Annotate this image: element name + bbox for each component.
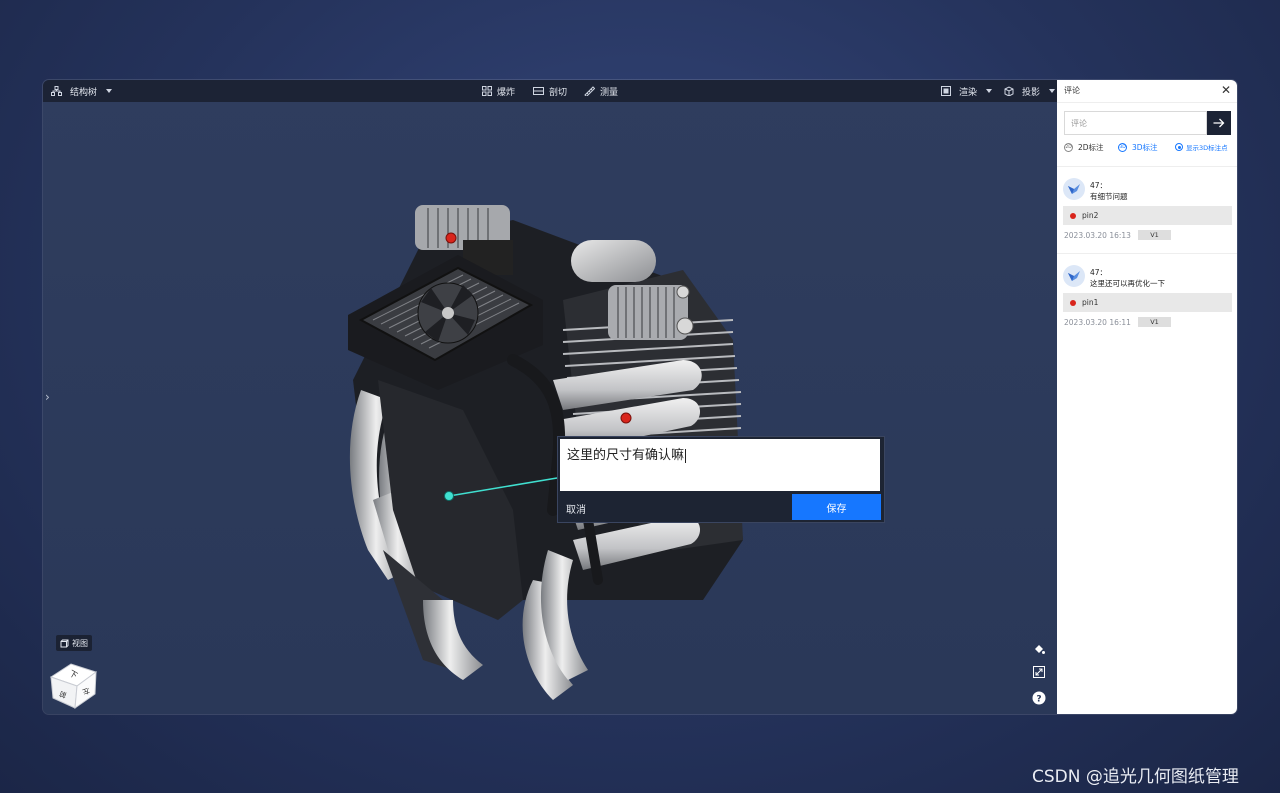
panel-title: 评论 <box>1064 86 1080 95</box>
chevron-down-icon <box>106 89 113 93</box>
section-label: 剖切 <box>549 87 568 98</box>
projection-label: 投影 <box>1022 87 1041 98</box>
pin-dot-icon <box>1070 212 1076 219</box>
paint-bucket-icon[interactable] <box>1031 641 1047 657</box>
measure-label: 测量 <box>600 87 619 98</box>
version-badge: V1 <box>1138 317 1171 327</box>
annotation-comment-text: 这里的尺寸有确认嘛 <box>567 448 685 463</box>
comment-time: 2023.03.20 16:13 <box>1064 231 1131 240</box>
fullscreen-icon[interactable] <box>1031 664 1047 680</box>
chevron-down-icon <box>1049 89 1056 93</box>
pin-reference[interactable]: pin2 <box>1063 206 1232 225</box>
structure-tree-icon <box>51 86 62 96</box>
divider <box>1057 102 1237 103</box>
comment-time: 2023.03.20 16:11 <box>1064 318 1131 327</box>
section-icon <box>533 87 544 95</box>
pin-dot-icon <box>1070 299 1076 306</box>
save-button[interactable]: 保存 <box>792 494 881 520</box>
3d-viewer[interactable]: 结构树 爆炸 剖切 测量 渲染 投影 › 这里的尺寸有确认嘛 取消 保存 视图 … <box>43 80 1057 714</box>
annotation-comment-input[interactable]: 这里的尺寸有确认嘛 <box>560 439 880 491</box>
bird-logo-icon <box>1068 271 1080 281</box>
svg-text:?: ? <box>1036 695 1041 705</box>
ruler-icon <box>584 86 595 96</box>
option-2d-label: 2D标注 <box>1078 143 1104 152</box>
pin-label: pin1 <box>1082 298 1099 307</box>
comment-user: 47： <box>1090 268 1108 277</box>
explode-label: 爆炸 <box>497 87 516 98</box>
comment-input[interactable] <box>1064 111 1207 135</box>
comment-user: 47： <box>1090 181 1108 190</box>
view-button[interactable]: 视图 <box>56 635 92 651</box>
text-cursor <box>685 448 687 463</box>
annotation-anchor[interactable] <box>444 491 454 501</box>
projection-button[interactable]: 投影 <box>1004 80 1056 102</box>
render-button[interactable]: 渲染 <box>941 80 993 102</box>
arrow-right-icon <box>1213 118 1225 128</box>
watermark: CSDN @追光几何图纸管理 <box>1032 767 1239 787</box>
view-label: 视图 <box>72 638 88 648</box>
chevron-down-icon <box>986 89 993 93</box>
pin-marker[interactable] <box>620 412 632 424</box>
divider <box>1057 166 1237 167</box>
engine-model[interactable] <box>43 102 1057 714</box>
option-3d-label: 3D标注 <box>1132 143 1158 152</box>
send-button[interactable] <box>1207 111 1231 135</box>
annotation-comment-popup: 这里的尺寸有确认嘛 取消 保存 <box>557 436 885 523</box>
projection-icon <box>1004 86 1014 96</box>
3d-icon: 3D <box>1118 143 1127 152</box>
viewer-toolbar: 结构树 爆炸 剖切 测量 渲染 投影 <box>43 80 1057 102</box>
comment-panel: 评论 ✕ 2D 2D标注 3D 3D标注 显示3D标注点 <box>1057 80 1237 714</box>
view-cube[interactable]: 下 前 左 <box>49 658 99 710</box>
2d-icon: 2D <box>1064 143 1073 152</box>
version-badge: V1 <box>1138 230 1171 240</box>
render-label: 渲染 <box>959 87 978 98</box>
option-2d-annotation[interactable]: 2D 2D标注 <box>1064 142 1104 153</box>
section-button[interactable]: 剖切 <box>533 80 567 102</box>
structure-tree-label: 结构树 <box>70 87 98 98</box>
explode-icon <box>482 86 492 96</box>
structure-tree-button[interactable]: 结构树 <box>51 80 113 102</box>
close-icon[interactable]: ✕ <box>1221 84 1231 96</box>
help-icon[interactable]: ? <box>1031 690 1047 706</box>
pin-label: pin2 <box>1082 211 1099 220</box>
show-3d-points-label: 显示3D标注点 <box>1186 144 1228 152</box>
comment-text: 有细节问题 <box>1090 192 1128 201</box>
show-3d-points-radio[interactable]: 显示3D标注点 <box>1175 142 1228 152</box>
app-window: 结构树 爆炸 剖切 测量 渲染 投影 › 这里的尺寸有确认嘛 取消 保存 视图 … <box>43 80 1237 714</box>
avatar <box>1063 178 1085 200</box>
bird-logo-icon <box>1068 184 1080 194</box>
cube-icon <box>60 639 69 647</box>
measure-button[interactable]: 测量 <box>584 80 618 102</box>
comment-text: 这里还可以再优化一下 <box>1090 279 1165 288</box>
pin-marker[interactable] <box>445 232 457 244</box>
option-3d-annotation[interactable]: 3D 3D标注 <box>1118 142 1158 153</box>
cancel-button[interactable]: 取消 <box>566 501 586 516</box>
annotation-options: 2D 2D标注 3D 3D标注 显示3D标注点 <box>1064 142 1234 154</box>
avatar <box>1063 265 1085 287</box>
explode-button[interactable]: 爆炸 <box>482 80 515 102</box>
divider <box>1057 253 1237 254</box>
render-icon <box>941 86 951 96</box>
pin-reference[interactable]: pin1 <box>1063 293 1232 312</box>
radio-checked-icon <box>1175 143 1183 151</box>
